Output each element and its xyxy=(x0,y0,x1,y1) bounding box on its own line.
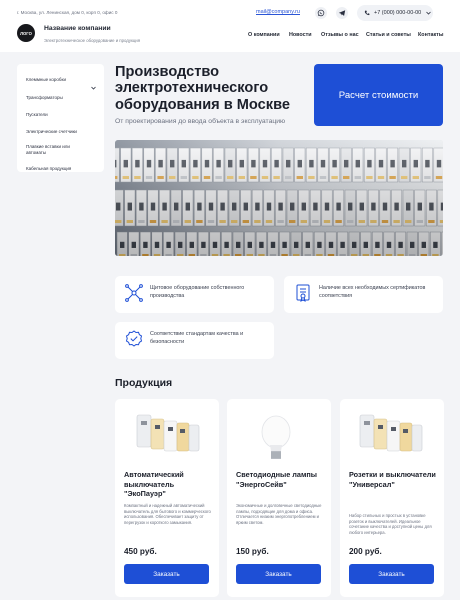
nav-about[interactable]: О компании xyxy=(248,32,280,38)
page: г. Москва, ул. Ленинская, дом 0, корп 0,… xyxy=(0,0,460,600)
sidebar-item-transformers[interactable]: Трансформаторы xyxy=(26,95,63,101)
nav-articles[interactable]: Статьи и советы xyxy=(366,32,411,38)
whatsapp-icon[interactable] xyxy=(315,7,327,19)
product-description: Набор стильных и простых в установке роз… xyxy=(349,513,432,535)
feature-card-standards: Соответствие стандартам качества и безоп… xyxy=(115,322,274,359)
feature-text: Наличие всех необходимых сертификатов со… xyxy=(319,285,426,299)
phone-icon xyxy=(364,10,370,16)
sidebar-item-meters[interactable]: Электрические счетчики xyxy=(26,129,77,135)
nav-contacts[interactable]: Контакты xyxy=(418,32,443,38)
feature-text: Соответствие стандартам качества и безоп… xyxy=(150,331,244,345)
catalog-sidebar: Клеммные коробки Трансформаторы Пускател… xyxy=(17,64,104,172)
product-card-sockets[interactable]: Розетки и выключатели "Универсал" Набор … xyxy=(340,399,444,597)
chevron-down-icon[interactable] xyxy=(91,77,96,95)
top-bar: г. Москва, ул. Ленинская, дом 0, корп 0,… xyxy=(0,0,460,26)
telegram-icon[interactable] xyxy=(336,7,348,19)
product-price: 150 руб. xyxy=(236,547,269,556)
sidebar-item-starters[interactable]: Пускатели xyxy=(26,112,48,118)
order-button[interactable]: Заказать xyxy=(124,564,209,584)
logo[interactable]: ЛОГО xyxy=(17,24,35,42)
hero-title: Производство электротехнического оборудо… xyxy=(115,64,290,113)
product-name: Светодиодные лампы "ЭнергоСейв" xyxy=(236,470,318,489)
product-description: Экономичные и долговечные светодиодные л… xyxy=(236,503,322,525)
product-price: 200 руб. xyxy=(349,547,382,556)
products-section-title: Продукция xyxy=(115,377,173,389)
phone-dropdown[interactable]: +7 (000) 000-00-00 xyxy=(357,5,433,21)
nav-reviews[interactable]: Отзывы о нас xyxy=(321,32,359,38)
cost-calculation-button[interactable]: Расчет стоимости xyxy=(314,64,443,126)
order-button[interactable]: Заказать xyxy=(349,564,434,584)
hero-subtitle: От проектирования до ввода объекта в экс… xyxy=(115,118,286,125)
feature-card-own-production: Щитовое оборудование собственного произв… xyxy=(115,276,274,313)
email-link[interactable]: mail@company.ru xyxy=(256,9,300,15)
sidebar-item-terminal-boxes[interactable]: Клеммные коробки xyxy=(26,77,66,83)
company-subtitle: Электротехническое оборудование и продук… xyxy=(44,38,141,43)
address-text: г. Москва, ул. Ленинская, дом 0, корп 0,… xyxy=(17,10,118,15)
product-name: Автоматический выключатель "ЭкоПауэр" xyxy=(124,470,184,499)
led-lamp-image xyxy=(227,405,331,463)
network-icon xyxy=(123,282,145,304)
order-button[interactable]: Заказать xyxy=(236,564,321,584)
product-name: Розетки и выключатели "Универсал" xyxy=(349,470,436,489)
sockets-image xyxy=(340,405,444,463)
company-name: Название компании xyxy=(44,25,111,32)
header: ЛОГО Название компании Электротехническо… xyxy=(0,24,460,52)
feature-card-certificates: Наличие всех необходимых сертификатов со… xyxy=(284,276,443,313)
electrical-panel-photo xyxy=(115,140,443,256)
sidebar-item-fuses[interactable]: Плавкие вставки или автоматы xyxy=(26,144,86,156)
phone-number: +7 (000) 000-00-00 xyxy=(374,10,422,16)
certificate-icon xyxy=(292,282,314,304)
feature-text: Щитовое оборудование собственного произв… xyxy=(150,285,245,299)
product-card-circuit-breaker[interactable]: Автоматический выключатель "ЭкоПауэр" Ко… xyxy=(115,399,219,597)
chevron-down-icon xyxy=(426,11,432,15)
product-price: 450 руб. xyxy=(124,547,157,556)
product-card-led-lamps[interactable]: Светодиодные лампы "ЭнергоСейв" Экономич… xyxy=(227,399,331,597)
product-description: Компактный и надежный автоматический вык… xyxy=(124,503,211,525)
nav-news[interactable]: Новости xyxy=(289,32,312,38)
quality-seal-icon xyxy=(123,328,145,350)
circuit-breaker-image xyxy=(115,405,219,463)
sidebar-item-cables[interactable]: Кабельная продукция xyxy=(26,166,71,172)
